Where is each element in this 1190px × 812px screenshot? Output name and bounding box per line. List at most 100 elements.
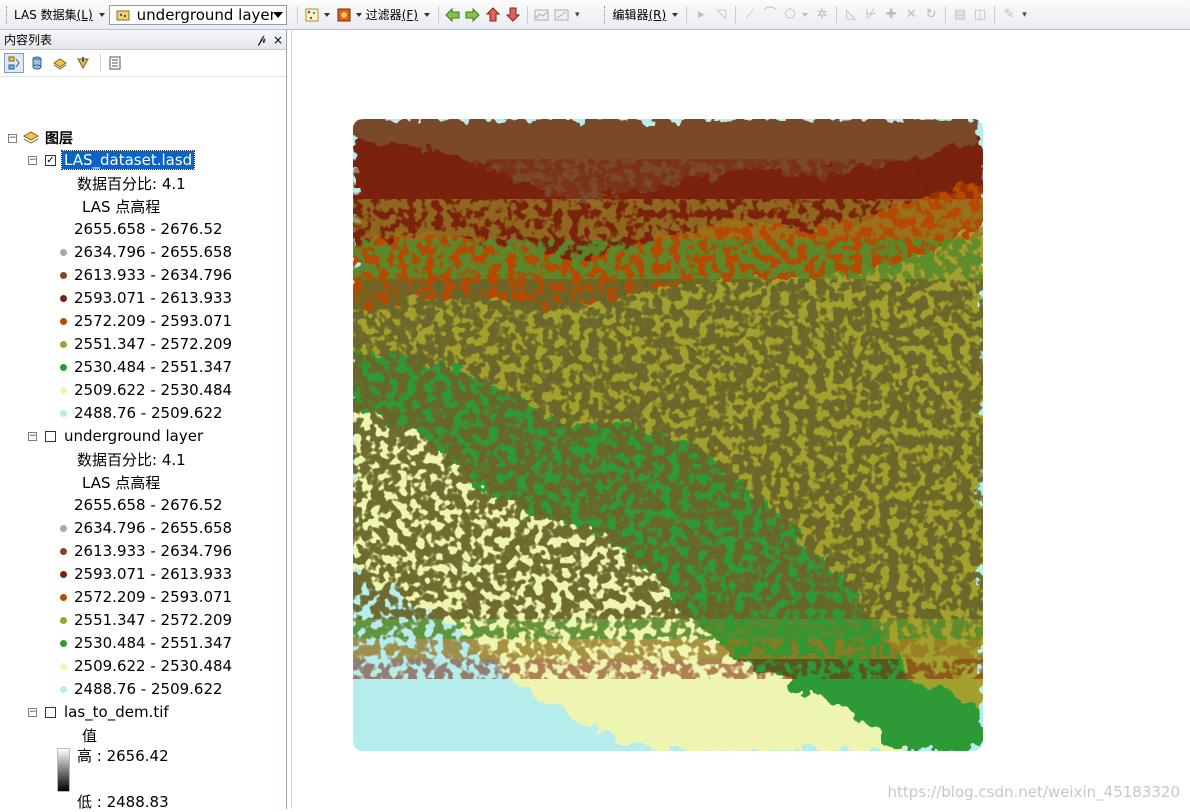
legend-swatch-icon: [60, 547, 67, 555]
arrow-down-icon[interactable]: [505, 7, 521, 23]
legend-class-label: 2509.622 - 2530.484: [74, 381, 233, 399]
straight-segment-icon[interactable]: ⟋: [742, 7, 758, 23]
toolbar-grip[interactable]: [6, 5, 10, 24]
legend-class-item: 2655.658 - 2676.52: [60, 218, 223, 240]
legend-swatch-icon: [60, 317, 67, 325]
legend-class-item: 2530.484 - 2551.347: [60, 632, 232, 654]
layer-name[interactable]: las_to_dem.tif: [62, 703, 171, 721]
edit-annotation-icon[interactable]: ◹: [713, 7, 729, 23]
construction-tools-icon[interactable]: ⬠: [782, 7, 798, 23]
surface-symbology-icon[interactable]: [336, 7, 352, 23]
toolbar-overflow-icon[interactable]: ▾: [1022, 10, 1027, 20]
watermark-text: https://blog.csdn.net/weixin_45183320: [887, 783, 1180, 801]
toolbar-separator: [994, 5, 996, 24]
legend-class-item: 2593.071 - 2613.933: [60, 287, 232, 309]
toc-title: 内容列表: [4, 33, 53, 47]
arrow-up-icon[interactable]: [485, 7, 501, 23]
legend-class-label: 2655.658 - 2676.52: [74, 496, 223, 514]
arrow-left-icon[interactable]: [445, 7, 461, 23]
list-by-drawing-order-button[interactable]: [4, 53, 24, 73]
edit-tool-icon[interactable]: ▸: [693, 7, 709, 23]
collapse-toggle[interactable]: −: [28, 707, 37, 717]
filter-menu[interactable]: 过滤器(F): [366, 6, 418, 23]
legend-class-label: 2634.796 - 2655.658: [74, 243, 233, 261]
legend-class-label: 2488.76 - 2509.622: [74, 404, 223, 422]
legend-class-label: 2593.071 - 2613.933: [74, 289, 233, 307]
surface-symbology-dropdown-icon[interactable]: [355, 12, 362, 17]
collapse-toggle[interactable]: −: [8, 133, 17, 143]
toolbar-overflow-icon[interactable]: ▾: [575, 10, 580, 20]
legend-class-label: 2488.76 - 2509.622: [74, 680, 223, 698]
arc-segment-icon[interactable]: ⌒: [762, 7, 778, 23]
toolbar-grip[interactable]: [604, 5, 608, 24]
legend-class-item: 2530.484 - 2551.347: [60, 356, 232, 378]
legend-swatch-icon: [60, 662, 67, 670]
list-by-visibility-button[interactable]: [50, 53, 70, 73]
layer-visibility-checkbox[interactable]: [45, 706, 56, 718]
legend-class-label: 2572.209 - 2593.071: [74, 588, 233, 606]
filter-dropdown-icon[interactable]: [423, 12, 430, 17]
legend-swatch-icon: [60, 363, 67, 371]
arrow-right-icon[interactable]: [465, 7, 481, 23]
construction-tools-dropdown-icon[interactable]: [802, 12, 809, 17]
list-by-source-button[interactable]: [27, 53, 47, 73]
sketch-properties-icon[interactable]: ◫: [972, 7, 988, 23]
attributes-icon[interactable]: ▤: [952, 7, 968, 23]
legend-class-label: 2530.484 - 2551.347: [74, 634, 233, 652]
map-view[interactable]: https://blog.csdn.net/weixin_45183320: [291, 30, 1190, 809]
rotate-icon[interactable]: ↻: [923, 7, 939, 23]
legend-class-item: 2509.622 - 2530.484: [60, 655, 232, 677]
raster-color-ramp: [57, 748, 70, 792]
layers-root-label: 图层: [45, 131, 73, 147]
layer-selector[interactable]: underground layer: [108, 4, 287, 25]
toolbar-separator: [296, 5, 298, 24]
legend-class-label: 2572.209 - 2593.071: [74, 312, 233, 330]
legend-swatch-icon: [60, 570, 67, 578]
table-of-contents-panel: 内容列表 𝓅 × − 图层 − ✓ LAS_dataset.lasd 数据百分比…: [0, 30, 287, 811]
las-dataset-dropdown-icon[interactable]: [98, 12, 105, 17]
create-features-icon[interactable]: ✎: [1001, 7, 1017, 23]
point-symbology-icon[interactable]: [304, 7, 320, 23]
editor-dropdown-icon[interactable]: [672, 12, 679, 17]
legend-class-item: 2593.071 - 2613.933: [60, 563, 232, 585]
delete-vertex-icon[interactable]: ✕: [903, 7, 919, 23]
layer-underground[interactable]: − underground layer: [28, 425, 205, 447]
reshape-icon[interactable]: ◺: [843, 7, 859, 23]
layer-name[interactable]: LAS_dataset.lasd: [60, 150, 196, 170]
collapse-toggle[interactable]: −: [28, 431, 37, 441]
layer-name[interactable]: underground layer: [62, 427, 205, 445]
legend-class-label: 2655.658 - 2676.52: [74, 220, 223, 238]
split-line-icon[interactable]: ✚: [883, 7, 899, 23]
legend-class-item: 2613.933 - 2634.796: [60, 264, 232, 286]
layer-las-to-dem[interactable]: − las_to_dem.tif: [28, 701, 171, 723]
legend-class-item: 2572.209 - 2593.071: [60, 310, 232, 332]
cut-polygons-icon[interactable]: ⊬: [863, 7, 879, 23]
layer-data-percent: 数据百分比: 4.1: [77, 450, 186, 469]
options-button[interactable]: [105, 53, 125, 73]
legend-swatch-icon: [60, 225, 67, 233]
layer-selector-value: underground layer: [136, 5, 273, 24]
list-by-selection-button[interactable]: [73, 53, 93, 73]
layer-visibility-checkbox[interactable]: ✓: [45, 154, 56, 166]
legend-class-item: 2551.347 - 2572.209: [60, 333, 232, 355]
collapse-toggle[interactable]: −: [28, 155, 37, 165]
layer-las-dataset[interactable]: − ✓ LAS_dataset.lasd: [28, 149, 196, 171]
layers-root[interactable]: − 图层: [8, 127, 73, 149]
point-symbology-dropdown-icon[interactable]: [323, 12, 330, 17]
layer-renderer-label: LAS 点高程: [82, 197, 161, 216]
legend-class-label: 2509.622 - 2530.484: [74, 657, 233, 675]
layer-visibility-checkbox[interactable]: [45, 430, 56, 442]
profile-view-icon[interactable]: [534, 7, 550, 23]
legend-swatch-icon: [60, 294, 67, 302]
las-dataset-menu[interactable]: LAS 数据集(L): [14, 6, 93, 23]
split-tool-icon[interactable]: ✲: [814, 7, 830, 23]
editor-menu[interactable]: 编辑器(R): [612, 6, 666, 23]
pin-icon[interactable]: 𝓅: [254, 32, 270, 47]
legend-class-item: 2551.347 - 2572.209: [60, 609, 232, 631]
3d-view-icon[interactable]: [554, 7, 570, 23]
toc-toolbar: [0, 50, 286, 77]
legend-class-label: 2613.933 - 2634.796: [74, 266, 233, 284]
legend-class-label: 2530.484 - 2551.347: [74, 358, 233, 376]
close-icon[interactable]: ×: [270, 33, 286, 47]
chevron-down-icon[interactable]: [272, 11, 283, 18]
